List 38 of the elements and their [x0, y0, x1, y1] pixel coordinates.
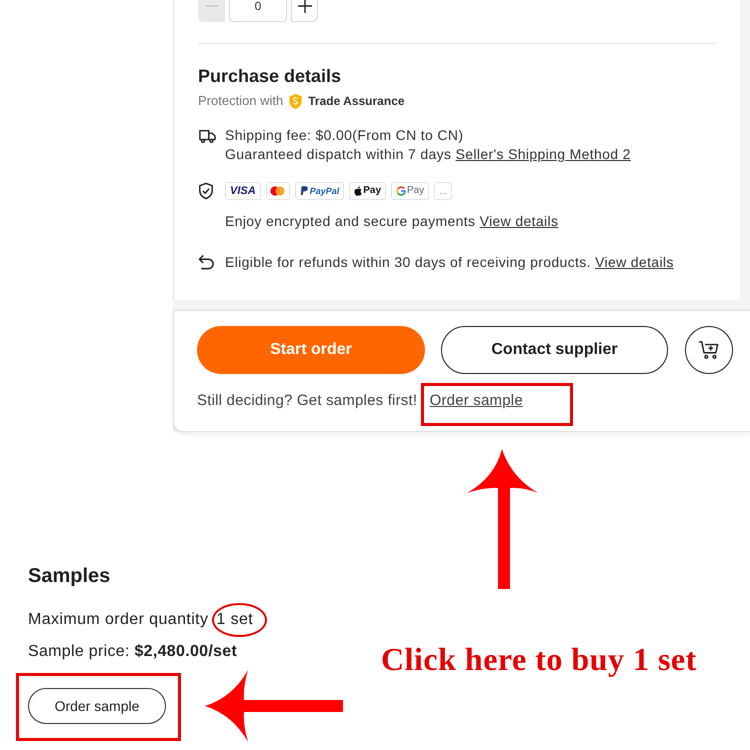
shipping-fee-text: Shipping fee: $0.00(From CN to CN) — [225, 126, 464, 145]
g-letter-icon — [396, 186, 406, 196]
protection-label: Protection with — [198, 92, 284, 110]
add-to-cart-button[interactable] — [685, 326, 733, 374]
view-details-link[interactable]: View details — [480, 213, 558, 229]
more-methods-button[interactable]: ... — [434, 182, 452, 200]
view-details-link[interactable]: View details — [595, 254, 674, 270]
samples-title: Samples — [28, 564, 110, 589]
dispatch-text: Guaranteed dispatch within 7 days Seller's Shipping Method 2 — [225, 145, 631, 164]
order-sample-button[interactable]: Order sample — [28, 688, 166, 724]
return-arrow-icon — [198, 255, 215, 270]
payment-method-label: VISA — [230, 186, 256, 196]
contact-supplier-button[interactable]: Contact supplier — [441, 326, 668, 374]
annotation-caption: Click here to buy 1 set — [381, 640, 697, 678]
highlight-ellipse — [212, 603, 267, 637]
shipping-method-link[interactable]: Seller's Shipping Method 2 — [456, 146, 631, 162]
shield-check-icon — [198, 182, 214, 200]
cart-plus-icon — [698, 340, 720, 360]
section-title: Purchase details — [198, 65, 342, 88]
payment-method-label: Pay — [363, 186, 382, 196]
max-quantity-label: Maximum order quantity — [28, 610, 208, 630]
sample-prompt: Still deciding? Get samples first! Order sample — [197, 391, 523, 411]
plus-icon — [298, 0, 312, 13]
payment-note: Enjoy encrypted and secure payments View details — [225, 212, 558, 231]
trade-assurance-label: Trade Assurance — [308, 93, 405, 110]
p-letter-icon — [300, 186, 308, 196]
max-quantity-value: 1 set — [216, 610, 254, 630]
apple-icon — [354, 186, 362, 196]
order-sample-link[interactable]: Order sample — [430, 392, 523, 409]
payment-method-label: Pay — [407, 186, 424, 196]
overlapping-circles-icon — [269, 186, 286, 196]
quantity-input[interactable]: 0 — [229, 0, 287, 22]
minus-icon — [206, 5, 218, 7]
refund-text: Eligible for refunds within 30 days of receiving products. View details — [225, 253, 674, 272]
sample-price: Sample price: $2,480.00/set — [28, 642, 238, 662]
shield-icon — [288, 92, 304, 110]
truck-icon — [198, 128, 216, 144]
payment-method-label: PayPal — [310, 186, 340, 196]
